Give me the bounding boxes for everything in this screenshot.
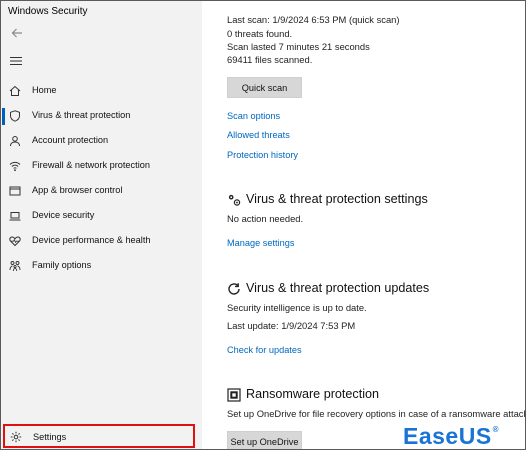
sidebar-item-label: Account protection xyxy=(32,135,109,145)
watermark-text: EaseUS xyxy=(403,423,492,449)
protection-history-link[interactable]: Protection history xyxy=(227,150,298,160)
sidebar-item-firewall-network-protection[interactable]: Firewall & network protection xyxy=(1,154,202,179)
home-icon xyxy=(9,85,21,96)
updates-status-text: Security intelligence is up to date. xyxy=(227,302,367,313)
sidebar-item-label: Firewall & network protection xyxy=(32,160,150,170)
sidebar-item-settings[interactable]: Settings xyxy=(3,424,195,448)
sidebar-item-account-protection[interactable]: Account protection xyxy=(1,129,202,154)
person-icon xyxy=(10,136,20,147)
laptop-icon xyxy=(9,212,21,221)
family-icon xyxy=(9,261,21,272)
app-window-icon xyxy=(9,186,21,196)
windows-security-window: Windows Security Home Virus & threat pro… xyxy=(0,0,526,450)
quick-scan-button[interactable]: Quick scan xyxy=(227,77,302,98)
check-for-updates-link[interactable]: Check for updates xyxy=(227,345,302,355)
allowed-threats-link[interactable]: Allowed threats xyxy=(227,130,290,140)
sidebar-item-family-options[interactable]: Family options xyxy=(1,254,202,279)
sidebar-item-home[interactable]: Home xyxy=(1,79,202,104)
setup-onedrive-button[interactable]: Set up OneDrive xyxy=(227,431,302,449)
wifi-icon xyxy=(9,161,21,172)
sidebar-item-device-performance-health[interactable]: Device performance & health xyxy=(1,229,202,254)
sidebar-item-label: Device performance & health xyxy=(32,235,151,245)
files-scanned-text: 69411 files scanned. xyxy=(227,54,313,65)
ransomware-folder-icon xyxy=(227,388,241,402)
easeus-watermark-logo: EaseUS® xyxy=(403,423,500,449)
sidebar-item-app-browser-control[interactable]: App & browser control xyxy=(1,179,202,204)
sidebar-item-label: Home xyxy=(32,85,57,95)
sidebar-item-label: Family options xyxy=(32,260,92,270)
sidebar: Windows Security Home Virus & threat pro… xyxy=(1,1,202,449)
threats-found-text: 0 threats found. xyxy=(227,28,293,39)
registered-mark: ® xyxy=(492,425,500,434)
main-content: Last scan: 1/9/2024 6:53 PM (quick scan)… xyxy=(202,1,525,449)
sidebar-item-label: App & browser control xyxy=(32,185,123,195)
sidebar-item-device-security[interactable]: Device security xyxy=(1,204,202,229)
heart-icon xyxy=(9,236,21,247)
ransomware-section-title: Ransomware protection xyxy=(246,387,379,401)
manage-settings-link[interactable]: Manage settings xyxy=(227,238,294,248)
settings-section-title: Virus & threat protection settings xyxy=(246,192,428,206)
sidebar-item-label: Device security xyxy=(32,210,95,220)
sidebar-item-label: Virus & threat protection xyxy=(32,110,131,120)
ransomware-description: Set up OneDrive for file recovery option… xyxy=(227,408,526,419)
last-scan-text: Last scan: 1/9/2024 6:53 PM (quick scan) xyxy=(227,14,400,25)
shield-icon xyxy=(10,110,20,122)
refresh-icon xyxy=(228,283,240,295)
sidebar-item-virus-threat-protection[interactable]: Virus & threat protection xyxy=(1,104,202,129)
settings-gears-icon xyxy=(228,194,241,206)
hamburger-menu-icon[interactable] xyxy=(10,56,22,66)
updates-section-title: Virus & threat protection updates xyxy=(246,281,430,295)
settings-section-status: No action needed. xyxy=(227,213,304,224)
sidebar-item-label: Settings xyxy=(33,432,67,442)
scan-options-link[interactable]: Scan options xyxy=(227,111,280,121)
back-arrow-icon[interactable] xyxy=(10,26,24,40)
window-title: Windows Security xyxy=(8,6,88,17)
gear-icon xyxy=(10,431,22,443)
scan-duration-text: Scan lasted 7 minutes 21 seconds xyxy=(227,41,370,52)
last-update-text: Last update: 1/9/2024 7:53 PM xyxy=(227,320,356,331)
